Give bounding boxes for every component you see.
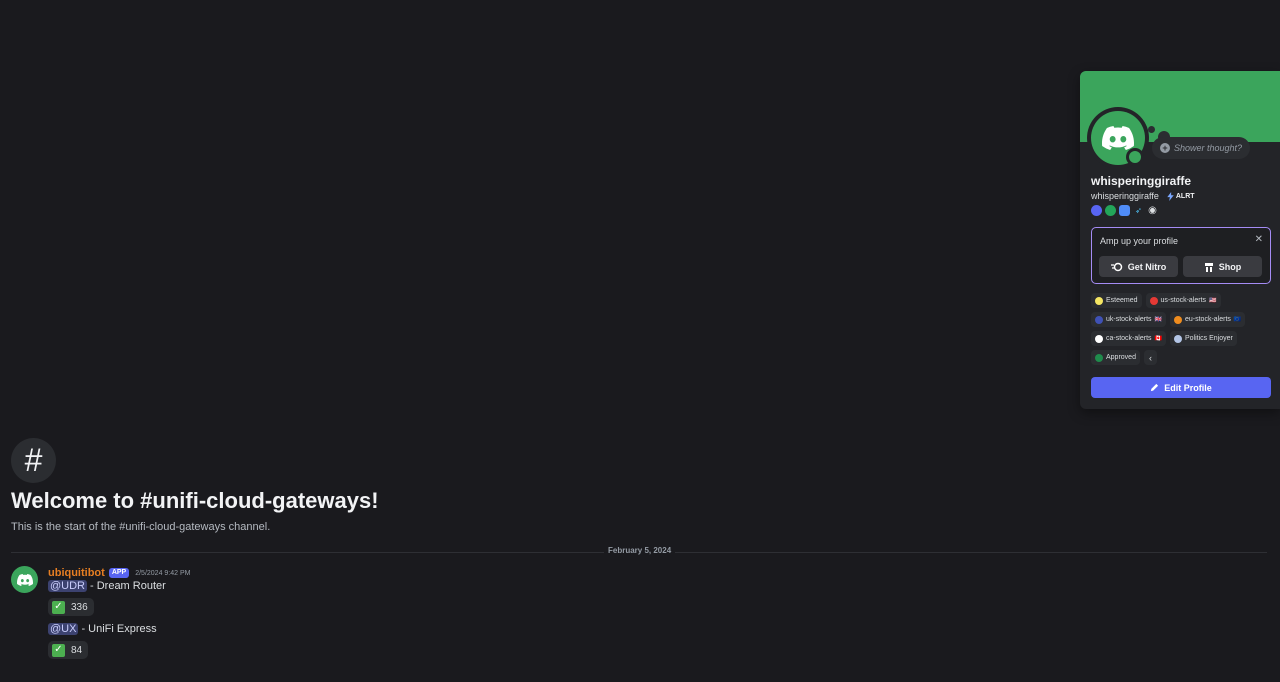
shop-label: Shop: [1218, 261, 1242, 272]
quest-icon[interactable]: ➶: [1133, 205, 1144, 216]
profile-display-name: whisperinggiraffe: [1091, 174, 1192, 188]
role-color-dot: [1174, 334, 1182, 343]
role-pill[interactable]: ca-stock-alerts 🇨🇦: [1091, 331, 1166, 346]
nitro-icon: [1110, 262, 1122, 271]
role-color-dot: [1095, 296, 1103, 305]
role-pill[interactable]: Politics Enjoyer: [1170, 331, 1237, 346]
get-nitro-label: Get Nitro: [1127, 261, 1167, 272]
role-color-dot: [1095, 353, 1103, 362]
role-color-dot: [1095, 315, 1103, 324]
nitro-icon[interactable]: [1105, 205, 1116, 216]
amp-title: Amp up your profile: [1100, 236, 1179, 246]
role-pill[interactable]: us-stock-alerts 🇺🇸: [1145, 293, 1221, 308]
thought-placeholder: Shower thought?: [1174, 143, 1243, 153]
channel-hash-icon: #: [11, 438, 56, 483]
reaction-button[interactable]: ✓ 336: [48, 598, 94, 616]
get-nitro-button[interactable]: Get Nitro: [1099, 256, 1178, 277]
chevron-left-icon: ‹: [1148, 352, 1152, 363]
reaction-count: 84: [71, 644, 83, 656]
server-tag[interactable]: ALRT: [1167, 191, 1195, 201]
reaction-button[interactable]: ✓ 84: [48, 641, 89, 659]
gamepad-icon[interactable]: ◉: [1147, 205, 1158, 216]
check-mark-icon: ✓: [52, 600, 65, 614]
role-pill[interactable]: Approved: [1091, 350, 1140, 365]
welcome-title: Welcome to #unifi-cloud-gateways!: [11, 488, 379, 513]
role-mention[interactable]: @UX: [48, 623, 79, 635]
profile-popout: + Shower thought? whisperinggiraffe whis…: [1080, 71, 1280, 409]
add-icon: +: [1160, 143, 1170, 153]
role-name: uk-stock-alerts: [1106, 316, 1152, 323]
message-header: ubiquitibot APP 2/5/2024 9:42 PM: [48, 567, 190, 579]
check-mark-icon: ✓: [52, 643, 65, 657]
role-name: us-stock-alerts: [1160, 297, 1207, 304]
reaction-count: 336: [71, 601, 88, 613]
message-line: @UX - UniFi Express: [48, 623, 157, 635]
pencil-icon: [1151, 383, 1159, 392]
role-color-dot: [1174, 315, 1182, 324]
role-list: Esteemed us-stock-alerts 🇺🇸 uk-stock-ale…: [1091, 293, 1275, 365]
role-color-dot: [1095, 334, 1103, 343]
message-text: - Dream Router: [90, 580, 166, 592]
uk-flag-icon: 🇬🇧: [1154, 317, 1162, 323]
monitor-icon[interactable]: [1119, 205, 1130, 216]
edit-profile-label: Edit Profile: [1164, 382, 1212, 393]
hypesquad-icon[interactable]: [1091, 205, 1102, 216]
shop-button[interactable]: Shop: [1183, 256, 1262, 277]
role-pill[interactable]: Esteemed: [1091, 293, 1142, 308]
discord-logo-icon: [1102, 126, 1134, 150]
custom-status-input[interactable]: + Shower thought?: [1152, 137, 1250, 159]
online-status-indicator: [1126, 148, 1144, 166]
shop-icon: [1204, 262, 1213, 272]
welcome-subtitle: This is the start of the #unifi-cloud-ga…: [11, 521, 271, 533]
date-divider-label: February 5, 2024: [604, 546, 676, 555]
thought-bubble-dot: [1148, 126, 1155, 133]
close-icon[interactable]: ✕: [1255, 234, 1263, 245]
status-dot: [1129, 151, 1141, 163]
us-flag-icon: 🇺🇸: [1209, 298, 1217, 304]
role-name: eu-stock-alerts: [1185, 316, 1231, 323]
edit-profile-button[interactable]: Edit Profile: [1091, 377, 1271, 398]
discord-logo-icon: [16, 573, 33, 586]
eu-flag-icon: 🇪🇺: [1233, 317, 1242, 323]
message-timestamp[interactable]: 2/5/2024 9:42 PM: [135, 570, 190, 577]
lightning-icon: [1167, 191, 1174, 201]
message-line: @UDR - Dream Router: [48, 580, 166, 592]
role-pill[interactable]: uk-stock-alerts 🇬🇧: [1091, 312, 1166, 327]
collapse-roles-button[interactable]: ‹: [1143, 350, 1157, 365]
role-name: Approved: [1106, 354, 1136, 361]
profile-username[interactable]: whisperinggiraffe: [1091, 191, 1159, 201]
ca-flag-icon: 🇨🇦: [1154, 336, 1162, 342]
app-badge: APP: [108, 568, 130, 578]
profile-badges: ➶ ◉: [1091, 205, 1158, 216]
amp-profile-card: Amp up your profile ✕ Get Nitro Shop: [1091, 227, 1271, 284]
message-text: - UniFi Express: [81, 623, 157, 635]
role-mention[interactable]: @UDR: [48, 580, 87, 592]
role-pill[interactable]: eu-stock-alerts 🇪🇺: [1170, 312, 1246, 327]
message-author[interactable]: ubiquitibot: [48, 567, 105, 579]
server-tag-label: ALRT: [1175, 192, 1195, 200]
role-name: Politics Enjoyer: [1185, 335, 1233, 342]
profile-username-row: whisperinggiraffe ALRT: [1091, 191, 1195, 201]
author-avatar[interactable]: [11, 566, 38, 593]
role-name: Esteemed: [1106, 297, 1138, 304]
role-name: ca-stock-alerts: [1106, 335, 1152, 342]
role-color-dot: [1149, 296, 1158, 305]
